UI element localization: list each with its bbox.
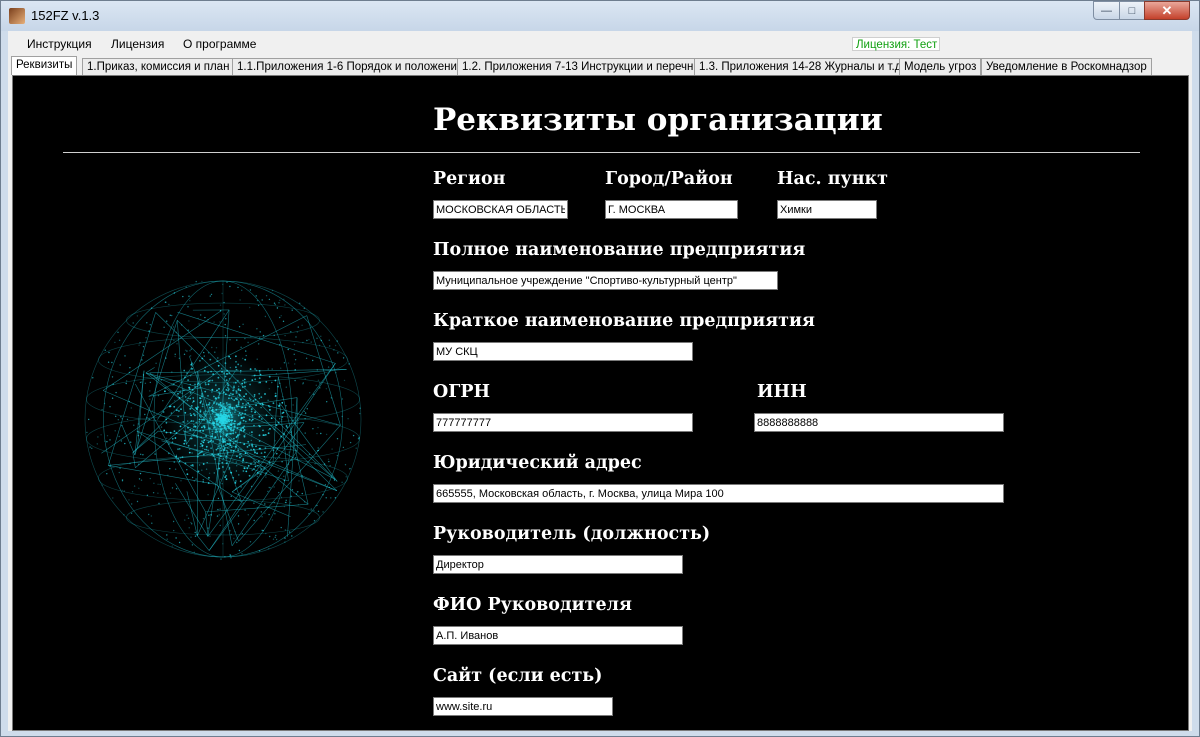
maximize-button[interactable]: □ — [1119, 1, 1145, 20]
menu-bar: Инструкция Лицензия О программе Лицензия… — [8, 31, 1192, 54]
minimize-icon: — — [1101, 4, 1112, 17]
inn-field[interactable] — [754, 413, 1004, 432]
website-label: Сайт (если есть) — [433, 666, 603, 686]
app-window: 152FZ v.1.3 — □ ✕ Инструкция Лицензия О … — [0, 0, 1200, 737]
region-field[interactable] — [433, 200, 568, 219]
page-title: Реквизиты организации — [433, 102, 883, 138]
locality-field[interactable] — [777, 200, 877, 219]
tab-bar: Реквизиты 1.Приказ, комиссия и план 1.1.… — [8, 56, 1192, 75]
tab-appendices-7-13[interactable]: 1.2. Приложения 7-13 Инструкции и перечн… — [457, 58, 705, 75]
locality-label: Нас. пункт — [777, 169, 889, 189]
head-position-field[interactable] — [433, 555, 683, 574]
app-icon — [9, 8, 25, 24]
tab-roskomnadzor-notice[interactable]: Уведомление в Роскомнадзор — [981, 58, 1152, 75]
short-name-label: Краткое наименование предприятия — [433, 311, 815, 331]
title-bar[interactable]: 152FZ v.1.3 — □ ✕ — [1, 1, 1199, 31]
inn-label: ИНН — [757, 382, 807, 402]
head-name-field[interactable] — [433, 626, 683, 645]
close-button[interactable]: ✕ — [1144, 1, 1190, 20]
menu-about[interactable]: О программе — [183, 37, 256, 51]
license-status: Лицензия: Тест — [852, 37, 940, 51]
short-name-field[interactable] — [433, 342, 693, 361]
client-area: Инструкция Лицензия О программе Лицензия… — [8, 31, 1192, 731]
divider — [63, 152, 1140, 153]
ogrn-label: ОГРН — [433, 382, 491, 402]
globe-image — [84, 280, 362, 560]
tab-requisites[interactable]: Реквизиты — [11, 56, 78, 75]
window-title: 152FZ v.1.3 — [31, 8, 100, 23]
requisites-panel: Реквизиты организации Регион Город/Район — [12, 75, 1189, 731]
minimize-button[interactable]: — — [1093, 1, 1120, 20]
tab-appendices-1-6[interactable]: 1.1.Приложения 1-6 Порядок и положения — [232, 58, 469, 75]
address-label: Юридический адрес — [433, 453, 642, 473]
full-name-label: Полное наименование предприятия — [433, 240, 806, 260]
tab-threat-model[interactable]: Модель угроз — [899, 58, 982, 75]
address-field[interactable] — [433, 484, 1004, 503]
website-field[interactable] — [433, 697, 613, 716]
tab-appendices-14-28[interactable]: 1.3. Приложения 14-28 Журналы и т.д. — [694, 58, 910, 75]
tab-order-commission-plan[interactable]: 1.Приказ, комиссия и план — [82, 58, 235, 75]
close-icon: ✕ — [1161, 2, 1173, 18]
head-name-label: ФИО Руководителя — [433, 595, 632, 615]
maximize-icon: □ — [1128, 4, 1136, 17]
menu-license[interactable]: Лицензия — [111, 37, 164, 51]
region-label: Регион — [433, 169, 506, 189]
city-field[interactable] — [605, 200, 738, 219]
city-label: Город/Район — [605, 169, 733, 189]
menu-instruction[interactable]: Инструкция — [27, 37, 92, 51]
head-position-label: Руководитель (должность) — [433, 524, 711, 544]
ogrn-field[interactable] — [433, 413, 693, 432]
full-name-field[interactable] — [433, 271, 778, 290]
